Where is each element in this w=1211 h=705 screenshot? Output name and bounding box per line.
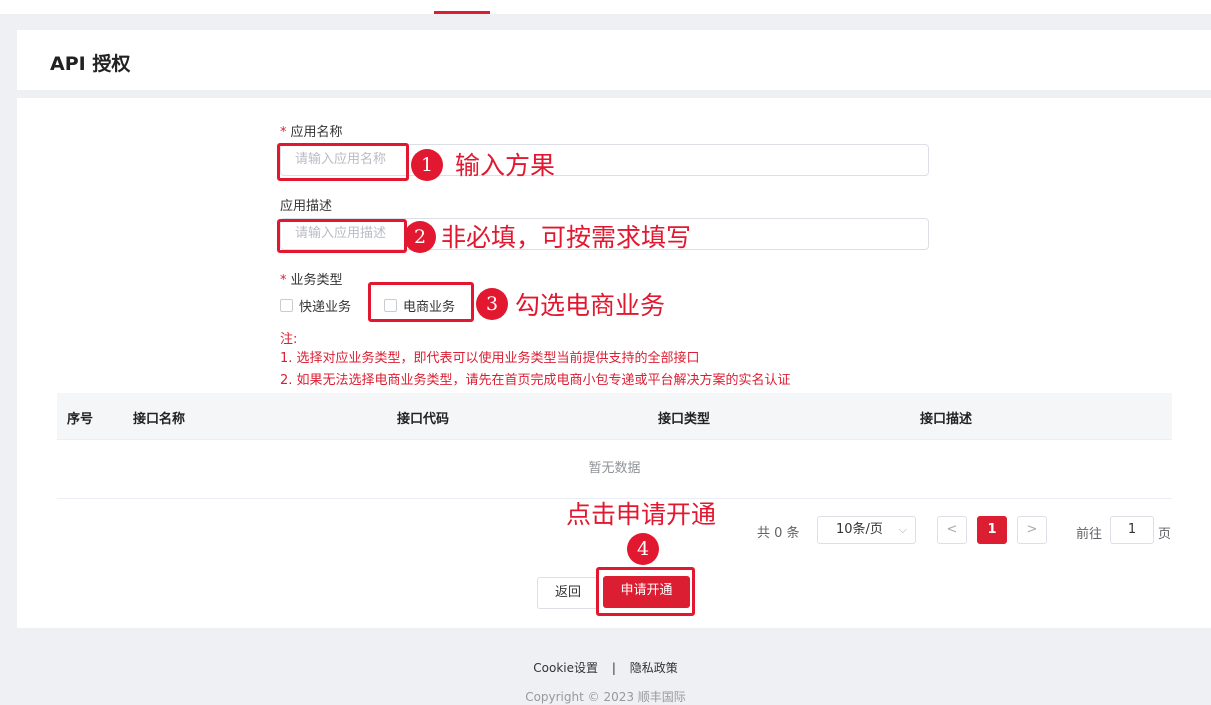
annotation-step-3: 3 [476,288,508,320]
page-size-select[interactable]: 10条/页 ⌵ [817,516,916,544]
annotation-step-1: 1 [411,149,443,181]
checkbox-box[interactable] [280,299,293,312]
note-line-1: 1. 选择对应业务类型，即代表可以使用业务类型当前提供支持的全部接口 [280,351,700,366]
prev-page-button[interactable]: < [937,516,967,544]
goto-label: 前往 [1076,527,1103,542]
col-type: 接口类型 [658,412,711,427]
top-nav [0,0,1211,14]
annotation-box-2 [277,219,407,253]
footer-links: Cookie设置 | 隐私政策 [0,659,1211,676]
biz-type-label-text: 业务类型 [290,273,343,288]
checkbox-express-label: 快递业务 [299,300,352,315]
annotation-step-2: 2 [404,221,436,253]
cookie-settings-link[interactable]: Cookie设置 [533,661,598,675]
annotation-step-4: 4 [627,533,659,565]
next-page-button[interactable]: > [1017,516,1047,544]
annotation-box-4 [596,567,695,616]
col-name: 接口名称 [133,412,186,427]
note-title: 注: [280,332,298,347]
chevron-down-icon: ⌵ [898,523,907,536]
col-index: 序号 [67,412,94,427]
required-mark: * [280,273,287,288]
required-mark: * [280,125,287,140]
annotation-box-1 [277,143,409,181]
app-desc-label: 应用描述 [280,199,333,214]
biz-type-label: * 业务类型 [280,269,343,288]
page-unit-label: 页 [1158,527,1172,542]
annotation-text-1: 输入方果 [455,151,556,180]
annotation-text-3: 勾选电商业务 [515,291,666,320]
page-header: API 授权 [17,30,1211,90]
col-desc: 接口描述 [920,412,973,427]
copyright: Copyright © 2023 顺丰国际 [525,690,686,704]
table-empty: 暂无数据 [57,439,1172,499]
note-line-2: 2. 如果无法选择电商业务类型，请先在首页完成电商小包专递或平台解决方案的实名认… [280,373,791,388]
table-header: 序号 接口名称 接口代码 接口类型 接口描述 [57,393,1172,439]
back-button[interactable]: 返回 [537,577,599,609]
checkbox-express[interactable]: 快递业务 [280,296,351,315]
pagination-total: 共 0 条 [757,526,800,541]
app-name-label-text: 应用名称 [290,125,343,140]
app-name-label: * 应用名称 [280,121,343,140]
page-1-button[interactable]: 1 [977,516,1007,544]
annotation-text-2: 非必填，可按需求填写 [441,223,692,252]
annotation-box-3 [368,282,474,322]
active-tab-indicator [434,11,490,14]
col-code: 接口代码 [397,412,450,427]
goto-page-input[interactable]: 1 [1110,516,1154,544]
annotation-text-4: 点击申请开通 [566,500,717,529]
page-title: API 授权 [50,53,131,75]
privacy-policy-link[interactable]: 隐私政策 [630,661,678,675]
footer-separator: | [611,661,616,675]
page-size-value: 10条/页 [836,522,883,537]
